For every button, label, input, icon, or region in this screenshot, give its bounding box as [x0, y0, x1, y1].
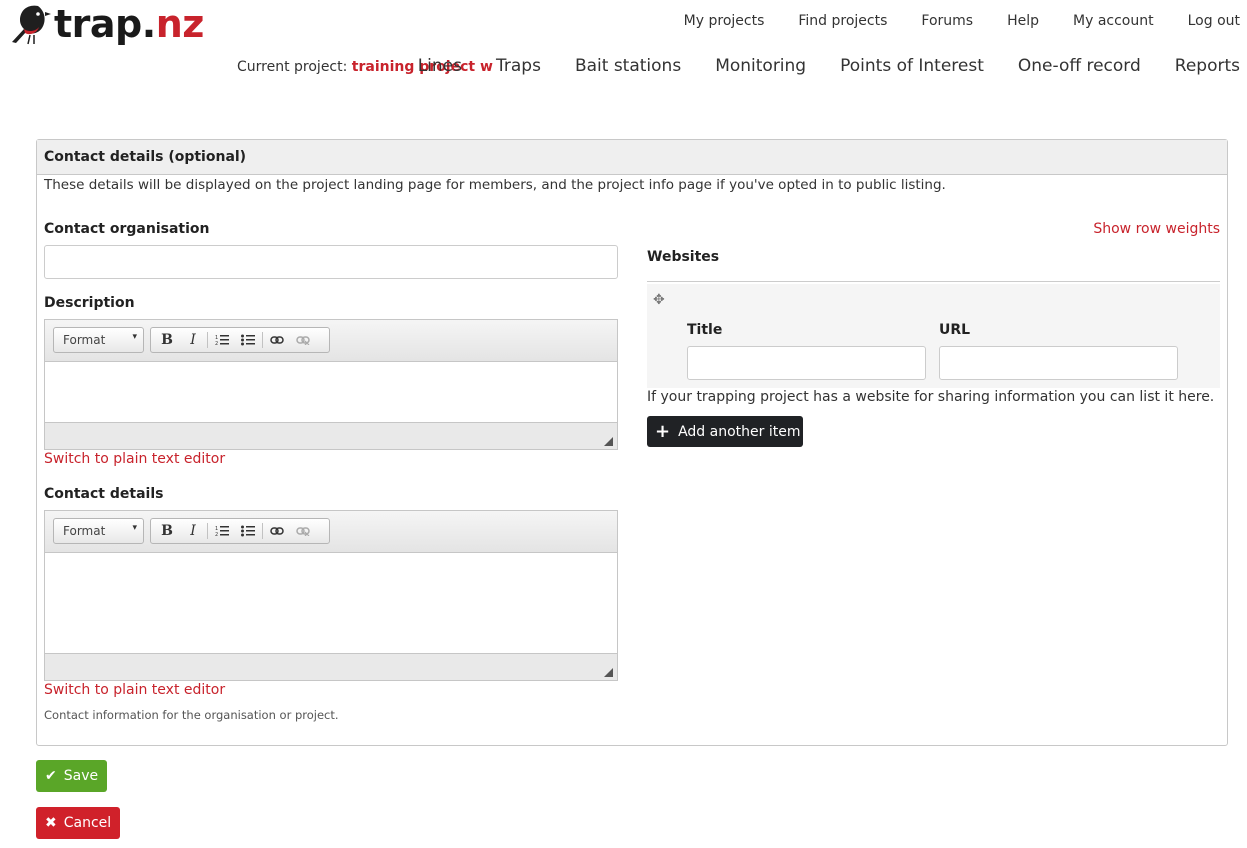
- website-url-input[interactable]: [939, 346, 1178, 380]
- nav-help[interactable]: Help: [1007, 13, 1039, 29]
- italic-button[interactable]: I: [180, 329, 206, 351]
- nav-log-out[interactable]: Log out: [1188, 13, 1240, 29]
- contact-organisation-input[interactable]: [44, 245, 618, 279]
- description-editor: Format ▾ B I 12: [44, 319, 618, 450]
- contact-details-panel: Contact details (optional) These details…: [36, 139, 1228, 746]
- caret-down-icon: ▾: [132, 523, 137, 533]
- editor-toolbar: Format ▾ B I 12: [45, 320, 617, 362]
- contact-details-editor: Format ▾ B I 12: [44, 510, 618, 681]
- formatting-buttons: B I 12: [150, 518, 330, 544]
- website-title-label: Title: [687, 322, 723, 338]
- current-project-label: Current project:: [237, 59, 352, 75]
- numbered-list-icon[interactable]: 12: [209, 329, 235, 351]
- bulleted-list-icon[interactable]: [235, 520, 261, 542]
- description-label: Description: [44, 295, 135, 311]
- toolbar-divider: [262, 523, 263, 539]
- check-icon: ✔: [45, 768, 57, 784]
- bulleted-list-icon[interactable]: [235, 329, 261, 351]
- panel-description: These details will be displayed on the p…: [44, 177, 946, 193]
- website-url-label: URL: [939, 322, 971, 338]
- websites-label: Websites: [647, 249, 720, 265]
- bold-button[interactable]: B: [154, 520, 180, 542]
- link-icon[interactable]: [264, 520, 290, 542]
- bird-logo-icon: [12, 5, 51, 45]
- website-row: ✥ Title URL: [647, 284, 1220, 388]
- add-another-item-button[interactable]: + Add another item: [647, 416, 803, 447]
- websites-divider: [647, 281, 1220, 282]
- resize-handle-icon[interactable]: [604, 437, 613, 446]
- nav-forums[interactable]: Forums: [921, 13, 973, 29]
- format-dropdown[interactable]: Format ▾: [53, 327, 144, 353]
- plus-icon: +: [655, 420, 671, 442]
- contact-details-label: Contact details: [44, 486, 164, 502]
- formatting-buttons: B I 12: [150, 327, 330, 353]
- link-icon[interactable]: [264, 329, 290, 351]
- nav-find-projects[interactable]: Find projects: [798, 13, 887, 29]
- toolbar-divider: [207, 523, 208, 539]
- nav-points-of-interest[interactable]: Points of Interest: [840, 56, 984, 76]
- format-dropdown[interactable]: Format ▾: [53, 518, 144, 544]
- resize-handle-icon[interactable]: [604, 668, 613, 677]
- nav-monitoring[interactable]: Monitoring: [715, 56, 806, 76]
- editor-toolbar: Format ▾ B I 12: [45, 511, 617, 553]
- unlink-icon[interactable]: [290, 520, 316, 542]
- svg-text:2: 2: [215, 341, 218, 346]
- toolbar-divider: [207, 332, 208, 348]
- editor-footer: [45, 423, 617, 449]
- cancel-button[interactable]: ✖ Cancel: [36, 807, 120, 839]
- unlink-icon[interactable]: [290, 329, 316, 351]
- nav-lines[interactable]: Lines: [418, 56, 462, 76]
- bold-button[interactable]: B: [154, 329, 180, 351]
- cancel-label: Cancel: [63, 815, 112, 831]
- drag-handle-icon[interactable]: ✥: [653, 292, 665, 308]
- save-button[interactable]: ✔ Save: [36, 760, 107, 792]
- switch-plain-text-link[interactable]: Switch to plain text editor: [44, 682, 225, 698]
- description-editor-body[interactable]: [45, 362, 617, 423]
- switch-plain-text-link[interactable]: Switch to plain text editor: [44, 451, 225, 467]
- contact-details-editor-body[interactable]: [45, 553, 617, 654]
- nav-reports[interactable]: Reports: [1175, 56, 1240, 76]
- caret-down-icon: ▾: [132, 332, 137, 342]
- main-nav: Lines Traps Bait stations Monitoring Poi…: [418, 56, 1240, 76]
- add-another-item-label: Add another item: [678, 423, 801, 440]
- toolbar-divider: [262, 332, 263, 348]
- svg-text:2: 2: [215, 532, 218, 537]
- contact-organisation-label: Contact organisation: [44, 221, 210, 237]
- save-label: Save: [63, 768, 99, 784]
- numbered-list-icon[interactable]: 12: [209, 520, 235, 542]
- editor-footer: [45, 654, 617, 680]
- nav-one-off-record[interactable]: One-off record: [1018, 56, 1141, 76]
- nav-bait-stations[interactable]: Bait stations: [575, 56, 681, 76]
- nav-my-account[interactable]: My account: [1073, 13, 1154, 29]
- italic-button[interactable]: I: [180, 520, 206, 542]
- close-icon: ✖: [45, 815, 57, 831]
- nav-my-projects[interactable]: My projects: [684, 13, 765, 29]
- site-logo[interactable]: trap.nz: [8, 2, 204, 46]
- contact-details-help: Contact information for the organisation…: [44, 708, 339, 722]
- top-nav: My projects Find projects Forums Help My…: [684, 13, 1240, 29]
- brand-name: trap.nz: [54, 2, 204, 46]
- nav-traps[interactable]: Traps: [496, 56, 541, 76]
- website-title-input[interactable]: [687, 346, 926, 380]
- websites-help: If your trapping project has a website f…: [647, 389, 1215, 405]
- panel-title: Contact details (optional): [37, 140, 1227, 175]
- show-row-weights-link[interactable]: Show row weights: [1093, 221, 1220, 237]
